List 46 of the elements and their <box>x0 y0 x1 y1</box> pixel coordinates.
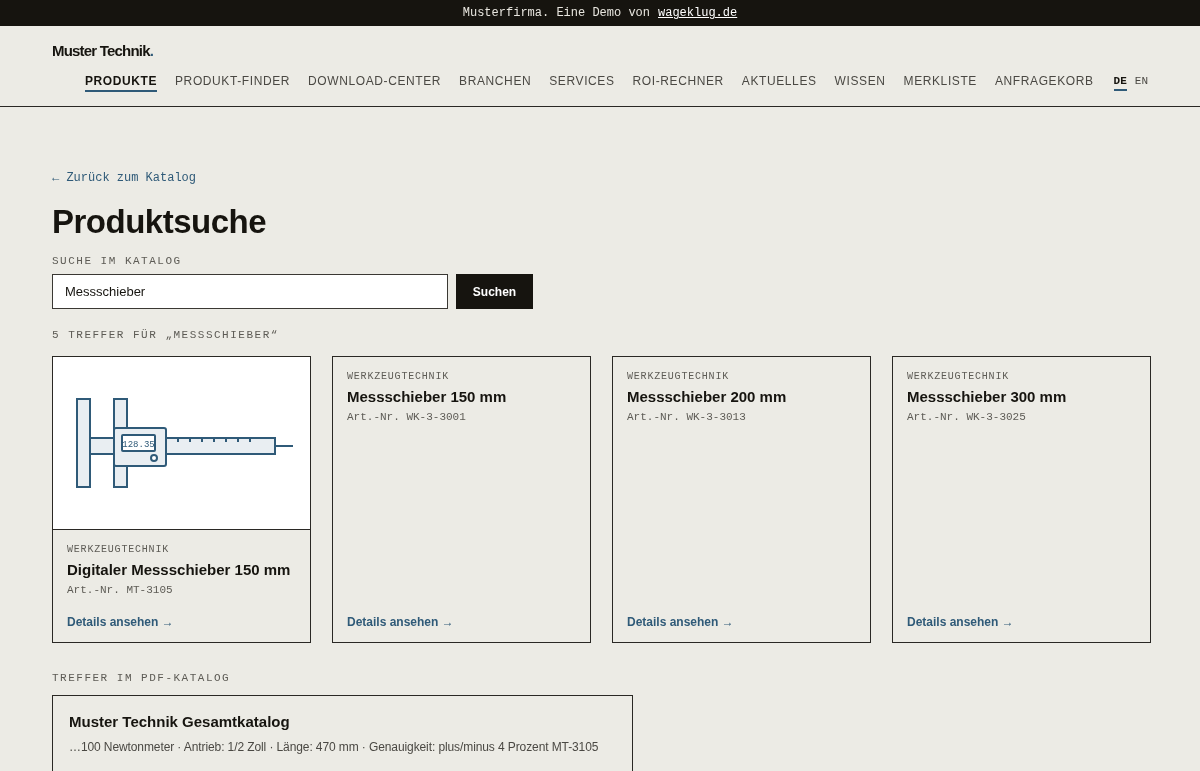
product-name: Digitaler Messschieber 150 mm <box>67 561 291 578</box>
language-link[interactable]: DE <box>1113 75 1127 91</box>
details-link[interactable]: Details ansehen → <box>67 615 174 629</box>
article-number: Art.-Nr. WK-3-3001 <box>347 411 466 423</box>
nav-link[interactable]: SERVICES <box>549 74 615 92</box>
nav-link[interactable]: ANFRAGEKORB <box>994 74 1094 92</box>
product-name: Messschieber 300 mm <box>907 388 1067 405</box>
results-count: 5 TREFFER FÜR „MESSSCHIEBER“ <box>52 329 279 341</box>
nav-link[interactable]: ROI-RECHNER <box>632 74 724 92</box>
page-title: Produktsuche <box>52 203 267 241</box>
display-reading: 128.35 <box>121 440 155 450</box>
product-category: WERKZEUGTECHNIK <box>907 371 1009 382</box>
details-link[interactable]: Details ansehen → <box>347 615 454 629</box>
article-number: Art.-Nr. WK-3-3025 <box>907 411 1026 423</box>
product-category: WERKZEUGTECHNIK <box>67 544 169 555</box>
nav-link[interactable]: BRANCHEN <box>459 74 532 92</box>
product-name: Messschieber 150 mm <box>347 388 507 405</box>
pdf-result-card[interactable]: Muster Technik Gesamtkatalog …100 Newtonmeter · Antrieb: 1/2 Zoll · Länge: 470 mm · Genauigkeit: plus/minus 4 Prozent MT-3105 <box>52 695 633 771</box>
pdf-results-label: TREFFER IM PDF-KATALOG <box>52 672 231 684</box>
nav-link[interactable]: MERKLISTE <box>903 74 977 92</box>
product-card[interactable]: WERKZEUGTECHNIK Messschieber 150 mm Art.-Nr. WK-3-3001 Details ansehen → <box>332 356 591 643</box>
pdf-snippet: …100 Newtonmeter · Antrieb: 1/2 Zoll · Länge: 470 mm · Genauigkeit: plus/minus 4 Prozent MT-3105 <box>69 740 600 754</box>
search-button[interactable]: Suchen <box>456 274 533 309</box>
article-number: Art.-Nr. WK-3-3013 <box>627 411 746 423</box>
banner-text: Musterfirma. Eine Demo von <box>462 6 650 20</box>
product-category: WERKZEUGTECHNIK <box>627 371 729 382</box>
nav-link[interactable]: WISSEN <box>834 74 886 92</box>
language-link[interactable]: EN <box>1134 75 1148 91</box>
search-field[interactable]: Messschieber <box>52 274 448 309</box>
back-link[interactable]: ← Zurück zum Katalog <box>52 171 197 185</box>
nav-link[interactable]: DOWNLOAD-CENTER <box>308 74 442 92</box>
product-card[interactable]: 128.35 WERKZEUGTECHNIK Digitaler Messschieber 150 mm Art.-Nr. MT-3105 Details ansehen → <box>52 356 311 643</box>
pdf-title: Muster Technik Gesamtkatalog <box>69 713 291 730</box>
nav-link[interactable]: PRODUKT-FINDER <box>175 74 291 92</box>
details-link[interactable]: Details ansehen → <box>907 615 1014 629</box>
product-category: WERKZEUGTECHNIK <box>347 371 449 382</box>
product-name: Messschieber 200 mm <box>627 388 787 405</box>
nav-link[interactable]: AKTUELLES <box>741 74 817 92</box>
details-link[interactable]: Details ansehen → <box>627 615 734 629</box>
logo[interactable]: Muster Technik. <box>52 42 154 59</box>
article-number: Art.-Nr. MT-3105 <box>67 584 173 596</box>
product-card[interactable]: WERKZEUGTECHNIK Messschieber 300 mm Art.-Nr. WK-3-3025 Details ansehen → <box>892 356 1151 643</box>
banner-link[interactable]: wageklug.de <box>658 6 738 20</box>
search-label: SUCHE IM KATALOG <box>52 255 182 267</box>
product-card[interactable]: WERKZEUGTECHNIK Messschieber 200 mm Art.-Nr. WK-3-3013 Details ansehen → <box>612 356 871 643</box>
nav-link[interactable]: PRODUKTE <box>84 74 157 92</box>
